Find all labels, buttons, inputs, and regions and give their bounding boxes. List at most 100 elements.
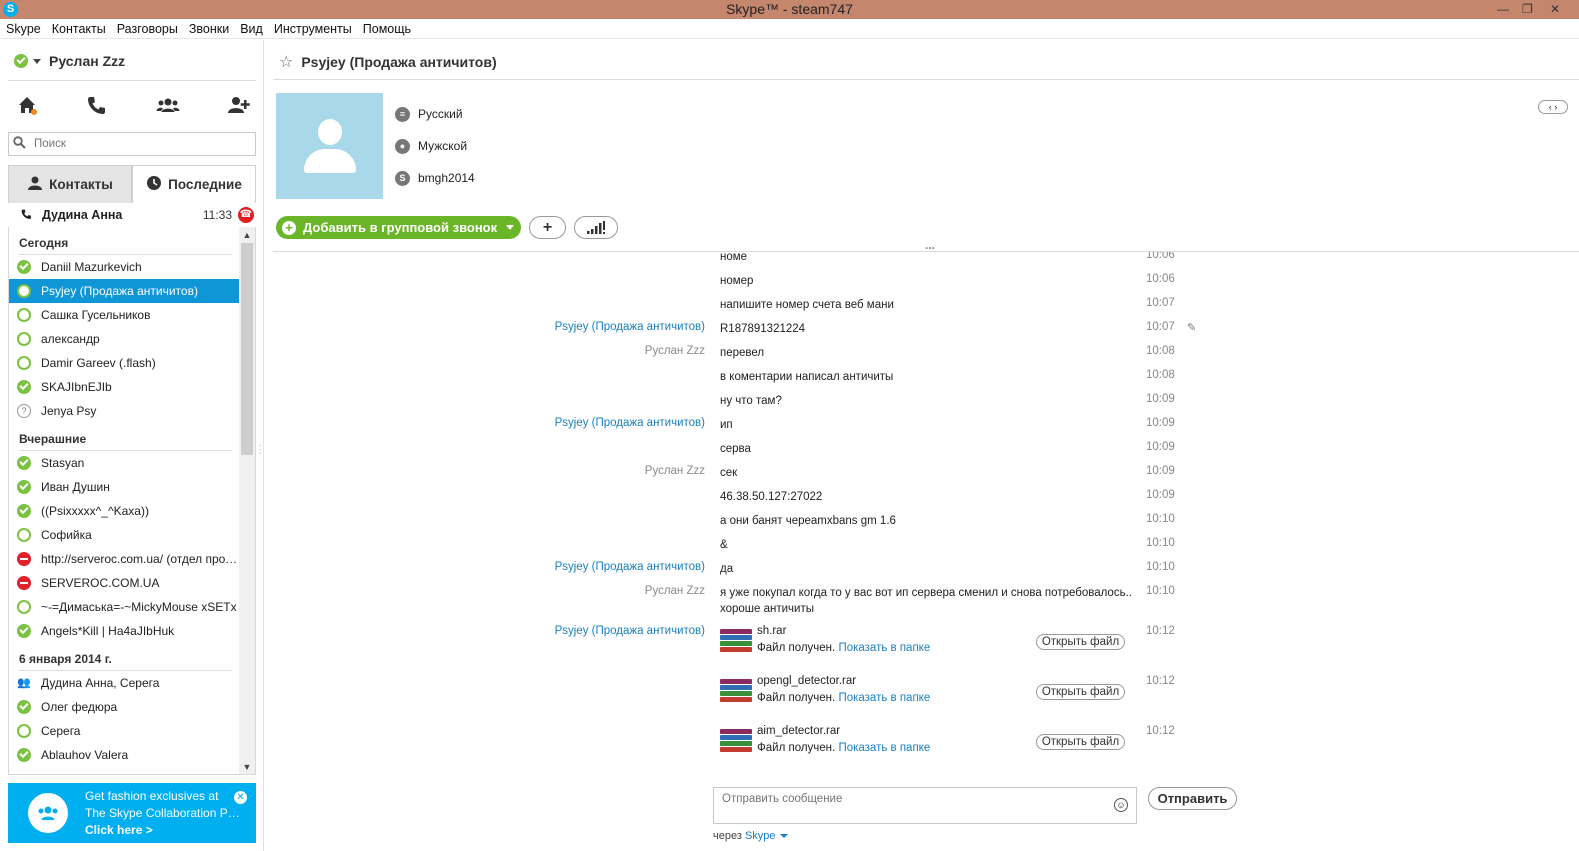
pane-splitter[interactable]: · · · bbox=[259, 442, 262, 458]
chevron-down-icon[interactable] bbox=[33, 58, 41, 64]
contact-item[interactable]: 👥 Дудина Анна, Серега bbox=[9, 671, 240, 695]
contact-name: ((Psixxxxx^_^Kaxa)) bbox=[41, 504, 149, 518]
contact-item[interactable]: Серега bbox=[9, 719, 240, 743]
contact-item[interactable]: Сашка Гусельников bbox=[9, 303, 240, 327]
contact-item[interactable]: александр bbox=[9, 327, 240, 351]
contact-item[interactable]: ~-=Димаська=-~MickyMouse xSETx bbox=[9, 595, 240, 619]
contacts-group-icon[interactable] bbox=[153, 94, 183, 118]
show-in-folder-link[interactable]: Показать в папке bbox=[838, 742, 930, 754]
message-text: перевел bbox=[720, 347, 765, 359]
call-quality-button[interactable] bbox=[574, 216, 618, 239]
contact-item[interactable]: Олег федюра bbox=[9, 695, 240, 719]
close-icon[interactable]: ✕ bbox=[1550, 0, 1560, 19]
promo-banner[interactable]: Get fashion exclusives at The Skype Coll… bbox=[8, 783, 256, 843]
home-icon[interactable] bbox=[12, 94, 42, 118]
scrollbar[interactable]: ▲ ▼ bbox=[239, 227, 255, 774]
active-call-row[interactable]: Дудина Анна 11:33 ☎ bbox=[8, 203, 256, 227]
more-icon[interactable]: ... bbox=[925, 238, 935, 252]
open-file-button[interactable]: Открыть файл bbox=[1036, 634, 1125, 650]
menu-contacts[interactable]: Контакты bbox=[46, 19, 111, 36]
via-service[interactable]: Skype bbox=[745, 830, 776, 842]
contact-item[interactable]: Damir Gareev (.flash) bbox=[9, 351, 240, 375]
rar-archive-icon[interactable] bbox=[720, 679, 752, 705]
compose-box[interactable]: ☺ bbox=[713, 787, 1137, 824]
minimize-icon[interactable]: — bbox=[1497, 0, 1509, 19]
tab-recent[interactable]: Последние bbox=[132, 165, 256, 203]
rar-archive-icon[interactable] bbox=[720, 729, 752, 755]
contact-item[interactable]: SERVEROC.COM.UA bbox=[9, 571, 240, 595]
user-status-row[interactable]: Руслан Zzz bbox=[14, 52, 125, 70]
contact-item[interactable]: Stasyan bbox=[9, 451, 240, 475]
contact-item[interactable]: Psyjey (Продажа античитов) bbox=[9, 279, 240, 303]
message-time: 10:08 bbox=[1146, 345, 1175, 357]
message-time: 10:06 bbox=[1146, 252, 1175, 261]
contact-item[interactable]: Angels*Kill | Ha4aJIbHuk bbox=[9, 619, 240, 643]
tab-contacts-label: Контакты bbox=[49, 177, 113, 192]
group-status-icon: 👥 bbox=[17, 677, 31, 689]
scroll-down-icon[interactable]: ▼ bbox=[239, 759, 255, 774]
contact-item[interactable]: ((Psixxxxx^_^Kaxa)) bbox=[9, 499, 240, 523]
scroll-up-icon[interactable]: ▲ bbox=[239, 227, 255, 243]
add-to-call-button[interactable]: + Добавить в групповой звонок bbox=[276, 216, 521, 239]
message-sender[interactable]: Psyjey (Продажа античитов) bbox=[555, 321, 705, 333]
chevron-down-icon[interactable] bbox=[779, 834, 788, 839]
file-name: aim_detector.rar bbox=[757, 725, 841, 737]
tab-contacts[interactable]: Контакты bbox=[8, 165, 132, 203]
hangup-icon[interactable]: ☎ bbox=[238, 207, 254, 223]
star-icon[interactable]: ☆ bbox=[279, 52, 293, 72]
menu-help[interactable]: Помощь bbox=[357, 19, 416, 36]
file-status-text: Файл получен. bbox=[757, 742, 836, 754]
search-box[interactable] bbox=[8, 132, 256, 156]
window-title: Skype™ - steam747 bbox=[726, 1, 853, 17]
message-sender[interactable]: Руслан Zzz bbox=[645, 465, 705, 477]
scrollbar-thumb[interactable] bbox=[241, 243, 253, 455]
show-in-folder-link[interactable]: Показать в папке bbox=[838, 692, 930, 704]
menu-tools[interactable]: Инструменты bbox=[268, 19, 357, 36]
message-sender[interactable]: Руслан Zzz bbox=[645, 585, 705, 597]
menu-conversations[interactable]: Разговоры bbox=[111, 19, 183, 36]
tab-recent-label: Последние bbox=[168, 177, 242, 192]
conversation-title: Psyjey (Продажа античитов) bbox=[301, 54, 497, 70]
menu-skype[interactable]: Skype bbox=[0, 19, 46, 36]
contact-item[interactable]: SKAJIbnEJIb bbox=[9, 375, 240, 399]
pane-toggle[interactable]: ‹ › bbox=[1538, 100, 1568, 114]
contact-avatar[interactable] bbox=[276, 93, 383, 199]
contact-item[interactable]: Софийка bbox=[9, 523, 240, 547]
menu-calls[interactable]: Звонки bbox=[183, 19, 234, 36]
emoticon-icon[interactable]: ☺ bbox=[1114, 798, 1128, 812]
phone-icon[interactable] bbox=[81, 94, 111, 118]
search-input[interactable] bbox=[34, 138, 234, 150]
add-contact-icon[interactable] bbox=[224, 94, 254, 118]
message-sender[interactable]: Psyjey (Продажа античитов) bbox=[555, 417, 705, 429]
add-button[interactable]: + bbox=[529, 216, 566, 239]
rar-archive-icon[interactable] bbox=[720, 629, 752, 655]
menu-view[interactable]: Вид bbox=[234, 19, 268, 36]
contact-item[interactable]: Ablauhov Valera bbox=[9, 743, 240, 767]
contact-item[interactable]: Иван Душин bbox=[9, 475, 240, 499]
message-sender[interactable]: Psyjey (Продажа античитов) bbox=[555, 625, 705, 637]
open-file-button[interactable]: Открыть файл bbox=[1036, 734, 1125, 750]
open-file-button[interactable]: Открыть файл bbox=[1036, 684, 1125, 700]
via-label: через bbox=[713, 830, 742, 842]
file-name: opengl_detector.rar bbox=[757, 675, 857, 687]
message-time: 10:07 bbox=[1146, 297, 1175, 309]
show-in-folder-link[interactable]: Показать в папке bbox=[838, 642, 930, 654]
message-time: 10:12 bbox=[1146, 675, 1175, 687]
contact-item[interactable]: Daniil Mazurkevich bbox=[9, 255, 240, 279]
online-status-icon[interactable] bbox=[14, 54, 28, 68]
message-sender[interactable]: Руслан Zzz bbox=[645, 345, 705, 357]
message-text: ип bbox=[720, 419, 733, 431]
user-name[interactable]: Руслан Zzz bbox=[49, 53, 125, 69]
restore-icon[interactable]: ❐ bbox=[1522, 0, 1533, 19]
send-button[interactable]: Отправить bbox=[1148, 787, 1237, 810]
contact-item[interactable]: http://serveroc.com.ua/ (отдел прод… bbox=[9, 547, 240, 571]
contact-item[interactable]: ? Jenya Psy bbox=[9, 399, 240, 423]
close-icon[interactable]: ✕ bbox=[234, 791, 247, 804]
message-input[interactable] bbox=[722, 793, 1112, 823]
chevron-down-icon[interactable] bbox=[506, 225, 515, 230]
contact-name: http://serveroc.com.ua/ (отдел прод… bbox=[41, 552, 240, 566]
contact-name: Stasyan bbox=[41, 456, 85, 470]
skype-icon: S bbox=[395, 170, 410, 186]
message-sender[interactable]: Psyjey (Продажа античитов) bbox=[555, 561, 705, 573]
promo-link[interactable]: Click here > bbox=[85, 822, 240, 839]
